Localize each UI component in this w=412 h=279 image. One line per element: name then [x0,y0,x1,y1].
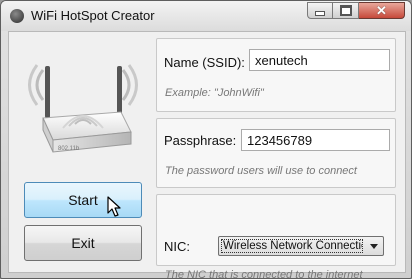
nic-dropdown[interactable]: Wireless Network Connection [218,236,384,256]
nic-label: NIC: [164,239,190,254]
nic-group: NIC: Wireless Network Connection The NIC… [156,194,396,278]
app-icon [10,9,24,23]
exit-button[interactable]: Exit [24,225,142,261]
nic-selected-value: Wireless Network Connection [221,239,363,253]
minimize-button[interactable] [307,2,333,19]
ssid-input[interactable]: xenutech [249,49,390,71]
passphrase-label: Passphrase: [164,133,237,148]
wifi-router-icon: 802.11b [28,64,138,153]
main-window: WiFi HotSpot Creator ✕ 802.11b Start Exi… [0,0,412,279]
ssid-hint: Example: "JohnWifi" [165,87,264,99]
chevron-down-icon[interactable] [367,239,381,253]
minimize-icon [315,11,325,16]
ssid-label: Name (SSID): [164,55,245,70]
client-area: 802.11b Start Exit Name (SSID): xenutech… [8,31,406,278]
passphrase-input[interactable]: 123456789 [241,129,390,151]
router-model-text: 802.11b [58,146,80,152]
maximize-button[interactable] [333,2,359,19]
close-button[interactable]: ✕ [359,2,405,19]
nic-hint: The NIC that is connected to the interne… [165,269,363,279]
close-icon: ✕ [376,3,387,18]
passphrase-hint: The password users will use to connect [165,165,357,177]
ssid-group: Name (SSID): xenutech Example: "JohnWifi… [156,38,396,112]
title-bar: WiFi HotSpot Creator ✕ [1,1,411,31]
window-title: WiFi HotSpot Creator [31,8,155,23]
mouse-cursor-icon [107,196,121,217]
start-button[interactable]: Start [24,182,142,218]
maximize-icon [339,5,352,16]
window-controls: ✕ [307,2,405,20]
passphrase-group: Passphrase: 123456789 The password users… [156,118,396,188]
